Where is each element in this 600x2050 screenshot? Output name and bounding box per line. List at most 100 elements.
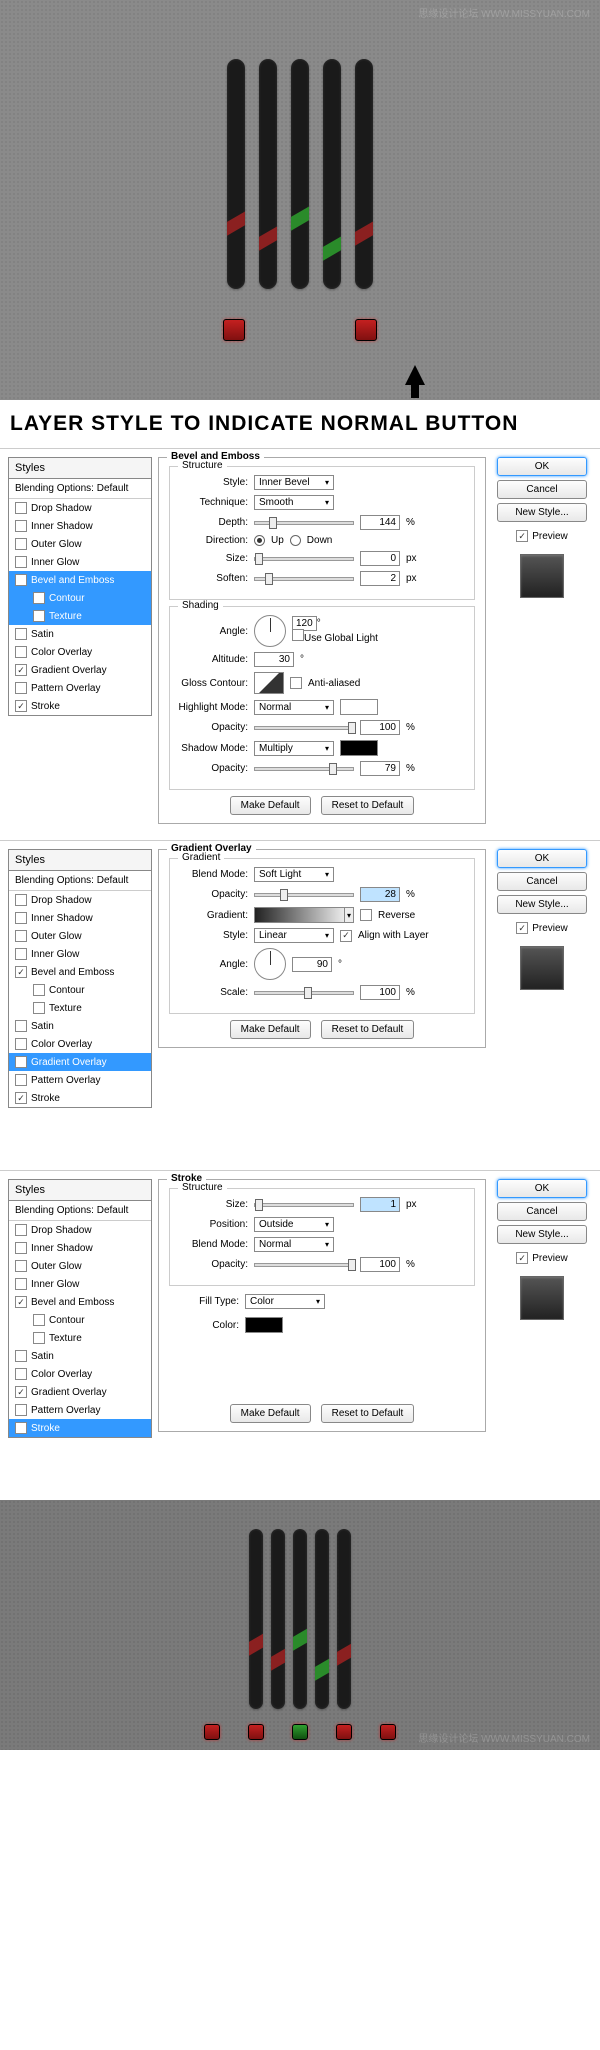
checkbox[interactable] xyxy=(15,682,27,694)
reset-default-button[interactable]: Reset to Default xyxy=(321,1404,415,1423)
opacity-slider[interactable] xyxy=(254,1263,354,1267)
angle-wheel[interactable] xyxy=(254,948,286,980)
scale-input[interactable]: 100 xyxy=(360,985,400,1000)
preview-checkbox[interactable] xyxy=(516,1252,528,1264)
make-default-button[interactable]: Make Default xyxy=(230,796,311,815)
style-satin[interactable]: Satin xyxy=(9,1017,151,1035)
angle-wheel[interactable] xyxy=(254,615,286,647)
style-bevel-emboss[interactable]: Bevel and Emboss xyxy=(9,1293,151,1311)
checkbox[interactable] xyxy=(33,592,45,604)
style-drop-shadow[interactable]: Drop Shadow xyxy=(9,1221,151,1239)
style-inner-glow[interactable]: Inner Glow xyxy=(9,1275,151,1293)
reset-default-button[interactable]: Reset to Default xyxy=(321,796,415,815)
blending-options[interactable]: Blending Options: Default xyxy=(9,1201,151,1221)
sh-opacity-slider[interactable] xyxy=(254,767,354,771)
style-texture[interactable]: Texture xyxy=(9,607,151,625)
style-stroke[interactable]: Stroke xyxy=(9,1419,151,1437)
style-stroke[interactable]: Stroke xyxy=(9,1089,151,1107)
style-inner-shadow[interactable]: Inner Shadow xyxy=(9,517,151,535)
ok-button[interactable]: OK xyxy=(497,849,587,868)
depth-input[interactable]: 144 xyxy=(360,515,400,530)
style-bevel-emboss[interactable]: Bevel and Emboss xyxy=(9,571,151,589)
style-dropdown[interactable]: Inner Bevel xyxy=(254,475,334,490)
style-satin[interactable]: Satin xyxy=(9,1347,151,1365)
style-outer-glow[interactable]: Outer Glow xyxy=(9,927,151,945)
new-style-button[interactable]: New Style... xyxy=(497,895,587,914)
align-checkbox[interactable] xyxy=(340,930,352,942)
style-color-overlay[interactable]: Color Overlay xyxy=(9,1365,151,1383)
checkbox[interactable] xyxy=(15,628,27,640)
radio-down[interactable] xyxy=(290,535,301,546)
scale-slider[interactable] xyxy=(254,991,354,995)
style-gradient-overlay[interactable]: Gradient Overlay xyxy=(9,1383,151,1401)
style-inner-shadow[interactable]: Inner Shadow xyxy=(9,909,151,927)
style-outer-glow[interactable]: Outer Glow xyxy=(9,1257,151,1275)
style-color-overlay[interactable]: Color Overlay xyxy=(9,1035,151,1053)
soften-input[interactable]: 2 xyxy=(360,571,400,586)
size-slider[interactable] xyxy=(254,557,354,561)
ok-button[interactable]: OK xyxy=(497,457,587,476)
style-satin[interactable]: Satin xyxy=(9,625,151,643)
cancel-button[interactable]: Cancel xyxy=(497,872,587,891)
checkbox[interactable] xyxy=(15,574,27,586)
shadow-dropdown[interactable]: Multiply xyxy=(254,741,334,756)
opacity-input[interactable]: 28 xyxy=(360,887,400,902)
style-gradient-overlay[interactable]: Gradient Overlay xyxy=(9,661,151,679)
style-outer-glow[interactable]: Outer Glow xyxy=(9,535,151,553)
style-drop-shadow[interactable]: Drop Shadow xyxy=(9,891,151,909)
global-light-checkbox[interactable] xyxy=(292,629,304,641)
position-dropdown[interactable]: Outside xyxy=(254,1217,334,1232)
blend-dropdown[interactable]: Normal xyxy=(254,1237,334,1252)
checkbox[interactable] xyxy=(15,538,27,550)
style-pattern-overlay[interactable]: Pattern Overlay xyxy=(9,679,151,697)
depth-slider[interactable] xyxy=(254,521,354,525)
make-default-button[interactable]: Make Default xyxy=(230,1404,311,1423)
stroke-color[interactable] xyxy=(245,1317,283,1333)
preview-checkbox[interactable] xyxy=(516,922,528,934)
style-bevel-emboss[interactable]: Bevel and Emboss xyxy=(9,963,151,981)
hi-opacity-input[interactable]: 100 xyxy=(360,720,400,735)
checkbox[interactable] xyxy=(15,664,27,676)
reverse-checkbox[interactable] xyxy=(360,909,372,921)
style-drop-shadow[interactable]: Drop Shadow xyxy=(9,499,151,517)
style-inner-glow[interactable]: Inner Glow xyxy=(9,553,151,571)
blend-dropdown[interactable]: Soft Light xyxy=(254,867,334,882)
sh-opacity-input[interactable]: 79 xyxy=(360,761,400,776)
soften-slider[interactable] xyxy=(254,577,354,581)
checkbox[interactable] xyxy=(15,502,27,514)
radio-up[interactable] xyxy=(254,535,265,546)
highlight-color[interactable] xyxy=(340,699,378,715)
style-contour[interactable]: Contour xyxy=(9,1311,151,1329)
grad-style-dropdown[interactable]: Linear xyxy=(254,928,334,943)
style-texture[interactable]: Texture xyxy=(9,1329,151,1347)
hi-opacity-slider[interactable] xyxy=(254,726,354,730)
size-input[interactable]: 0 xyxy=(360,551,400,566)
checkbox[interactable] xyxy=(15,520,27,532)
style-stroke[interactable]: Stroke xyxy=(9,697,151,715)
checkbox[interactable] xyxy=(15,700,27,712)
style-color-overlay[interactable]: Color Overlay xyxy=(9,643,151,661)
style-contour[interactable]: Contour xyxy=(9,981,151,999)
technique-dropdown[interactable]: Smooth xyxy=(254,495,334,510)
antialias-checkbox[interactable] xyxy=(290,677,302,689)
size-input[interactable]: 1 xyxy=(360,1197,400,1212)
new-style-button[interactable]: New Style... xyxy=(497,503,587,522)
cancel-button[interactable]: Cancel xyxy=(497,480,587,499)
new-style-button[interactable]: New Style... xyxy=(497,1225,587,1244)
ok-button[interactable]: OK xyxy=(497,1179,587,1198)
preview-checkbox[interactable] xyxy=(516,530,528,542)
highlight-dropdown[interactable]: Normal xyxy=(254,700,334,715)
gradient-picker[interactable] xyxy=(254,907,354,923)
fill-dropdown[interactable]: Color xyxy=(245,1294,325,1309)
checkbox[interactable] xyxy=(33,610,45,622)
cancel-button[interactable]: Cancel xyxy=(497,1202,587,1221)
make-default-button[interactable]: Make Default xyxy=(230,1020,311,1039)
altitude-input[interactable]: 30 xyxy=(254,652,294,667)
opacity-slider[interactable] xyxy=(254,893,354,897)
opacity-input[interactable]: 100 xyxy=(360,1257,400,1272)
reset-default-button[interactable]: Reset to Default xyxy=(321,1020,415,1039)
blending-options[interactable]: Blending Options: Default xyxy=(9,479,151,499)
blending-options[interactable]: Blending Options: Default xyxy=(9,871,151,891)
style-inner-shadow[interactable]: Inner Shadow xyxy=(9,1239,151,1257)
size-slider[interactable] xyxy=(254,1203,354,1207)
